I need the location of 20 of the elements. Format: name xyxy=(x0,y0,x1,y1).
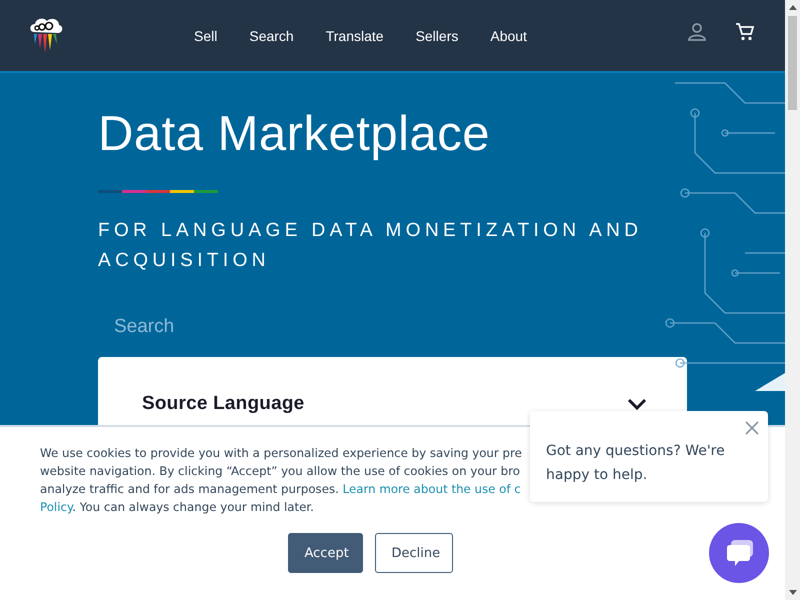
cart-icon[interactable] xyxy=(735,22,755,42)
subtitle: FOR LANGUAGE DATA MONETIZATION AND ACQUISITION xyxy=(98,219,644,273)
nav-link[interactable]: Translate xyxy=(310,28,400,44)
chevron-icon xyxy=(627,398,647,410)
search-field[interactable]: Search xyxy=(98,309,530,345)
user-icon[interactable] xyxy=(687,22,707,42)
page-title: Data Marketplace xyxy=(98,106,492,163)
nav-link[interactable]: Sellers xyxy=(400,28,474,44)
chat-message: Got any questions? We're happy to help. xyxy=(546,442,726,485)
nav-link[interactable]: About xyxy=(474,28,543,44)
policy-link[interactable]: Policy xyxy=(40,500,72,514)
accept-button[interactable]: Accept xyxy=(288,533,362,573)
source-language-dropdown[interactable]: Source Language xyxy=(142,385,647,423)
nav-link[interactable]: Sell xyxy=(194,28,234,44)
policy-link[interactable]: Learn more about the use of c xyxy=(342,482,521,496)
scroll-bar[interactable] xyxy=(785,0,800,600)
decline-button[interactable]: Decline xyxy=(374,533,452,573)
close-icon[interactable] xyxy=(745,421,759,435)
nav-link[interactable]: Search xyxy=(233,28,310,44)
cookie-notice: We use cookies to provide you with a personalized experience by saving your pre website navigation. By clicking “Accept” you allow the use of cookies on your bro analyze traffic and for ads management purposes. Learn more about the use of c Policy. You can always change your mind later. xyxy=(40,445,522,516)
